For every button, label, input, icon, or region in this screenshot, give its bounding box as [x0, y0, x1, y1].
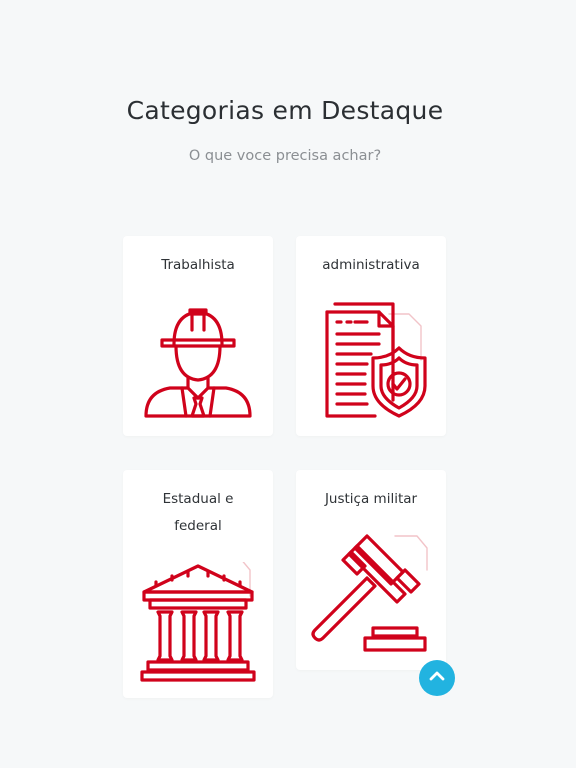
section-title: Categorias em Destaque — [126, 96, 444, 125]
category-label-line1: Estadual e — [162, 491, 234, 507]
category-label: Trabalhista — [161, 257, 235, 273]
category-card-justica-militar[interactable]: Justiça militar — [296, 470, 446, 670]
category-label-line2: federal — [174, 518, 222, 534]
gavel-icon — [296, 534, 446, 660]
category-card-estadual-federal[interactable]: Estadual e federal — [123, 470, 273, 698]
worker-helmet-icon — [123, 300, 273, 424]
chevron-up-icon — [428, 667, 446, 689]
scroll-to-top-button[interactable] — [419, 660, 455, 696]
category-card-trabalhista[interactable]: Trabalhista — [123, 236, 273, 436]
category-card-administrativa[interactable]: administrativa — [296, 236, 446, 436]
courthouse-icon — [123, 557, 273, 690]
category-label: administrativa — [322, 257, 420, 273]
scroll-button-clip — [419, 696, 459, 706]
page: Categorias em Destaque O que voce precis… — [0, 0, 576, 768]
category-label: Justiça militar — [324, 491, 418, 507]
document-shield-icon — [296, 300, 446, 426]
section-subtitle: O que voce precisa achar? — [188, 148, 382, 164]
